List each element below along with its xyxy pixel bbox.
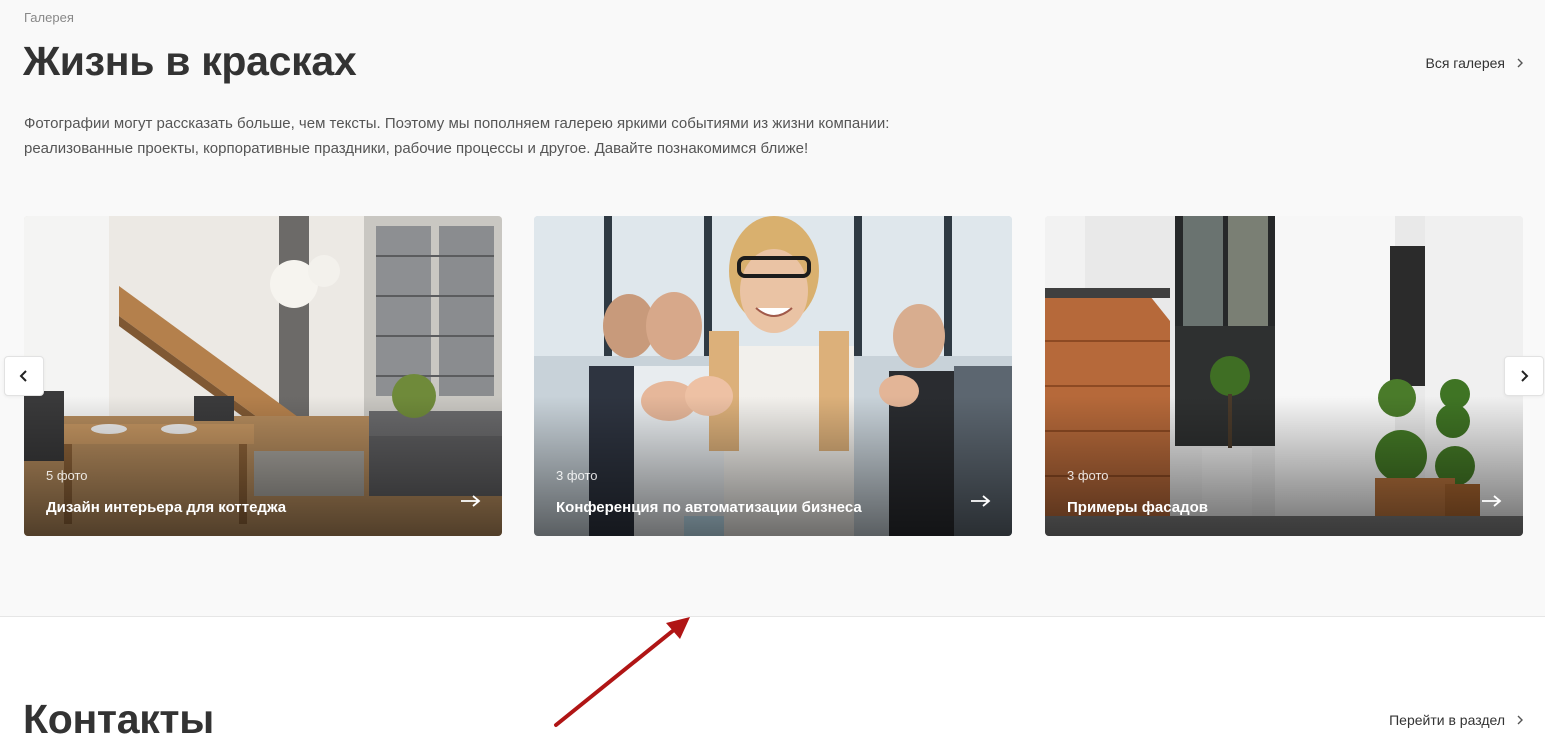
carousel-prev-button[interactable]: [4, 356, 44, 396]
intro-line-2: реализованные проекты, корпоративные пра…: [24, 140, 809, 157]
gallery-card-facades[interactable]: 3 фото Примеры фасадов: [1045, 216, 1523, 536]
photo-count: 5 фото: [46, 468, 88, 483]
arrow-right-icon: [461, 495, 481, 507]
arrow-right-icon: [1482, 495, 1502, 507]
photo-count: 3 фото: [556, 468, 598, 483]
gallery-card-interior[interactable]: 5 фото Дизайн интерьера для коттеджа: [24, 216, 502, 536]
chevron-left-icon: [19, 370, 27, 382]
contacts-title: Контакты: [23, 696, 214, 742]
card-title: Дизайн интерьера для коттеджа: [46, 499, 287, 516]
section-link-label: Перейти в раздел: [1389, 712, 1505, 728]
annotation-arrow-icon: [554, 617, 690, 727]
intro-line-1: Фотографии могут рассказать больше, чем …: [24, 115, 890, 132]
breadcrumb[interactable]: Галерея: [24, 10, 74, 25]
arrow-right-icon: [971, 495, 991, 507]
gallery-section: Галерея Жизнь в красках Вся галерея Фото…: [0, 0, 1545, 617]
chevron-right-icon: [1521, 370, 1529, 382]
chevron-right-icon: [1515, 715, 1525, 725]
all-gallery-label: Вся галерея: [1425, 55, 1505, 71]
chevron-right-icon: [1515, 58, 1525, 68]
all-gallery-link[interactable]: Вся галерея: [1425, 55, 1525, 71]
card-title: Примеры фасадов: [1067, 499, 1208, 516]
contacts-section-link[interactable]: Перейти в раздел: [1389, 712, 1525, 728]
card-title: Конференция по автоматизации бизнеса: [556, 499, 862, 516]
gallery-card-conference[interactable]: 3 фото Конференция по автоматизации бизн…: [534, 216, 1012, 536]
photo-count: 3 фото: [1067, 468, 1109, 483]
page-title: Жизнь в красках: [23, 38, 357, 84]
gallery-intro: Фотографии могут рассказать больше, чем …: [24, 111, 1024, 161]
carousel-next-button[interactable]: [1504, 356, 1544, 396]
